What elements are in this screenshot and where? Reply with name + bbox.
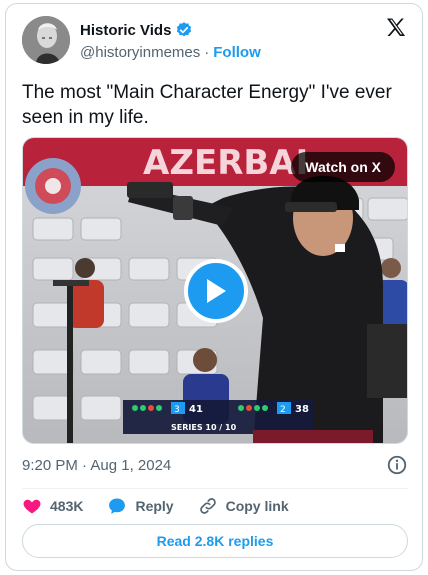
author-display-name[interactable]: Historic Vids <box>80 22 171 39</box>
tweet-timestamp[interactable]: 9:20 PM · Aug 1, 2024 <box>22 457 171 474</box>
play-icon <box>207 279 226 303</box>
svg-text:41: 41 <box>189 404 203 415</box>
follow-button[interactable]: Follow <box>213 44 261 61</box>
svg-text:38: 38 <box>295 404 309 415</box>
like-button[interactable]: 483K <box>22 496 83 516</box>
svg-text:SERIES 10 / 10: SERIES 10 / 10 <box>171 423 237 432</box>
heart-icon <box>22 496 42 516</box>
scoreboard: 3 41 2 38 SERIES 10 / 10 <box>123 400 313 434</box>
play-button[interactable] <box>184 259 248 323</box>
avatar[interactable] <box>22 16 70 64</box>
verified-badge-icon <box>175 21 193 39</box>
author-handle[interactable]: @historyinmemes <box>80 44 200 61</box>
like-count: 483K <box>50 498 84 514</box>
tweet-actions: 483K Reply Copy link <box>22 492 408 520</box>
reply-label: Reply <box>135 498 174 514</box>
author-handle-row: @historyinmemes · Follow <box>80 44 261 61</box>
tweet-text: The most "Main Character Energy" I've ev… <box>22 82 392 128</box>
link-icon <box>198 496 218 516</box>
reply-bubble-icon <box>107 496 127 516</box>
copy-link-label: Copy link <box>225 498 289 514</box>
tweet-card: Historic Vids @historyinmemes · Follow T… <box>5 3 423 571</box>
watch-on-x-button[interactable]: Watch on X <box>291 152 395 182</box>
divider <box>22 488 408 489</box>
banner-text: AZERBAI <box>143 143 308 183</box>
author-name-row: Historic Vids <box>80 20 193 40</box>
svg-text:2: 2 <box>280 405 286 415</box>
x-logo-icon[interactable] <box>384 16 408 40</box>
handle-separator: · <box>204 44 210 61</box>
copy-link-button[interactable]: Copy link <box>198 496 289 516</box>
video-player[interactable]: AZERBAI 3 41 2 38 SERIES 10 / 10 Watch o… <box>22 137 408 444</box>
avatar-portrait-icon <box>22 16 70 64</box>
svg-text:3: 3 <box>174 405 180 415</box>
info-icon[interactable] <box>386 454 408 476</box>
reply-button[interactable]: Reply <box>107 496 174 516</box>
read-replies-button[interactable]: Read 2.8K replies <box>22 524 408 558</box>
tweet-header: Historic Vids @historyinmemes · Follow <box>22 16 408 66</box>
